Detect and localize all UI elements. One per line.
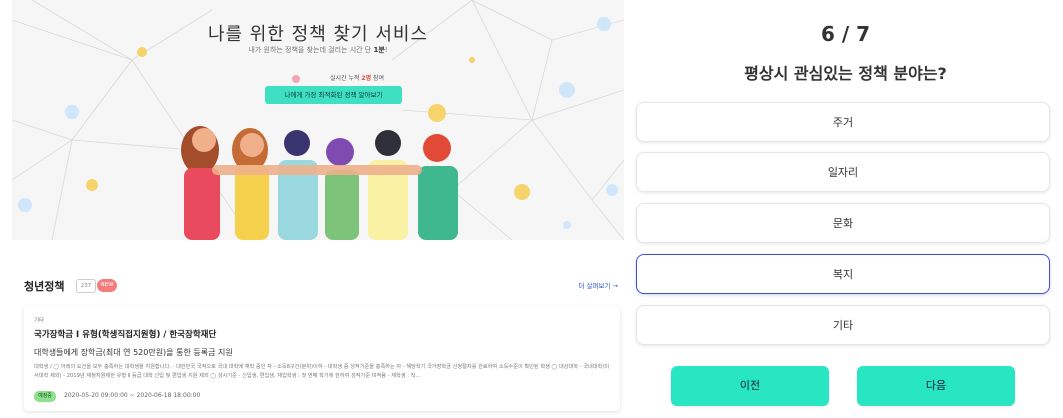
- policy-summary: 대학생들에게 장학금(최대 연 520만원)을 통한 등록금 지원: [34, 348, 233, 357]
- find-policy-button[interactable]: 나에게 가장 최적화된 정책 알아보기: [265, 86, 402, 104]
- option-welfare[interactable]: 복지: [636, 254, 1050, 294]
- policy-period: 2020-05-20 09:00:00 ~ 2020-06-18 18:00:0…: [64, 392, 201, 399]
- see-more-link[interactable]: 더 살펴보기 →: [579, 280, 618, 290]
- section-title: 청년정책: [24, 280, 65, 293]
- policy-landing-panel: 나를 위한 정책 찾기 서비스 내가 원하는 정책을 찾는데 걸리는 시간 단 …: [0, 0, 628, 418]
- option-jobs[interactable]: 일자리: [636, 152, 1050, 192]
- live-suffix: 참여: [371, 75, 385, 82]
- policy-title: 국가장학금 Ⅰ 유형(학생직접지원형) / 한국장학재단: [34, 330, 217, 340]
- next-button[interactable]: 다음: [857, 366, 1015, 406]
- policy-category: 기타: [34, 318, 45, 324]
- option-other[interactable]: 기타: [636, 305, 1050, 345]
- youth-policy-header: 청년정책 237 NEW 더 살펴보기 →: [24, 278, 620, 296]
- live-prefix: 실시간 누적: [330, 75, 362, 82]
- policy-count-badge: 237: [76, 279, 96, 293]
- option-culture[interactable]: 문화: [636, 203, 1050, 243]
- hero-title: 나를 위한 정책 찾기 서비스: [207, 24, 429, 45]
- policy-card[interactable]: 기타 국가장학금 Ⅰ 유형(학생직접지원형) / 한국장학재단 대학생들에게 장…: [24, 306, 620, 411]
- live-participation: 실시간 누적 2명 참여: [292, 73, 385, 83]
- hero-subtitle: 내가 원하는 정책을 찾는데 걸리는 시간 단 1분!: [12, 45, 624, 55]
- step-indicator: 6 / 7: [820, 22, 871, 46]
- policy-description: 대학생 / ◯ 아래의 요건을 모두 충족하는 대학생을 지원합니다. - 대한…: [34, 364, 610, 379]
- live-dot-icon: [292, 74, 300, 83]
- prev-button[interactable]: 이전: [671, 366, 829, 406]
- hero-subtitle-suffix: !: [384, 46, 388, 54]
- live-count: 2명: [361, 75, 372, 82]
- hero-subtitle-text: 내가 원하는 정책을 찾는데 걸리는 시간 단: [248, 46, 374, 54]
- hero-subtitle-highlight: 1분: [373, 46, 385, 54]
- survey-panel: 6 / 7 평상시 관심있는 정책 분야는? 주거 일자리 문화 복지 기타 이…: [628, 0, 1063, 418]
- option-housing[interactable]: 주거: [636, 102, 1050, 142]
- survey-question: 평상시 관심있는 정책 분야는?: [744, 64, 947, 83]
- policy-status-badge: 예정중: [34, 391, 56, 402]
- hero-banner: 나를 위한 정책 찾기 서비스 내가 원하는 정책을 찾는데 걸리는 시간 단 …: [12, 0, 624, 240]
- new-badge: NEW: [97, 279, 117, 292]
